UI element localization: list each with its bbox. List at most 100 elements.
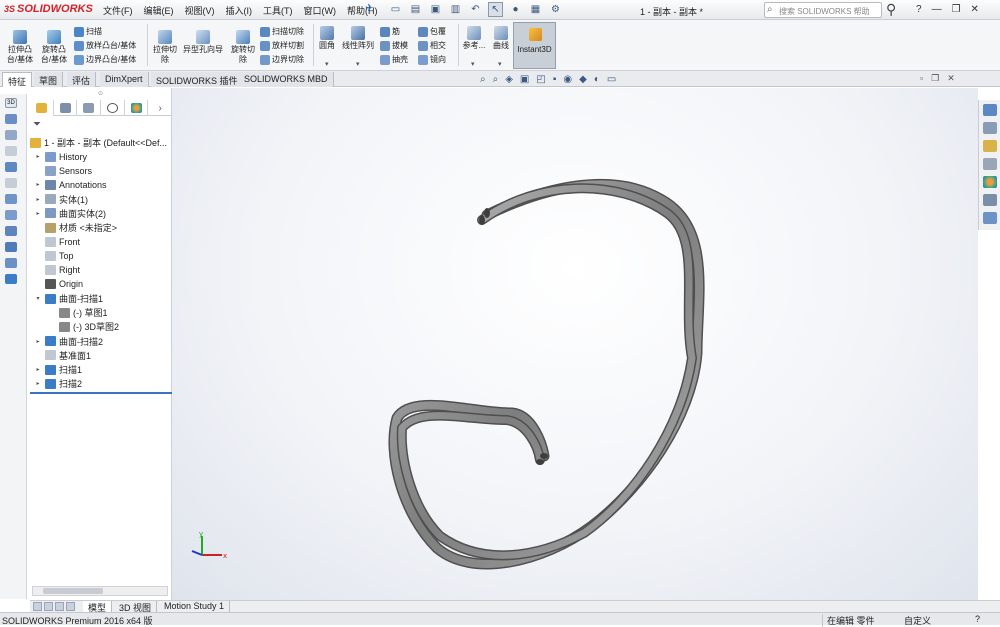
shell-button[interactable]: 抽壳 xyxy=(380,54,408,65)
zoom-area-icon[interactable]: ⌕ xyxy=(493,74,499,85)
apply-scene-icon[interactable]: ◐ xyxy=(594,74,600,85)
tree-item[interactable]: ▸ Annotations xyxy=(34,178,107,191)
tree-item[interactable]: 材质 <未指定> xyxy=(34,221,117,234)
display-manager-tab[interactable] xyxy=(125,100,149,116)
menu-window[interactable]: 窗口(W) xyxy=(304,4,337,17)
faded-tool-icon[interactable] xyxy=(5,146,17,156)
tree-item[interactable]: Sensors xyxy=(34,164,92,177)
file-properties-icon[interactable]: ▦ xyxy=(528,2,543,17)
print-icon[interactable]: ▥ xyxy=(448,2,463,17)
reference-geometry-button[interactable]: 参考... xyxy=(462,26,486,51)
boundary-boss-button[interactable]: 边界凸台/基体 xyxy=(74,54,136,65)
options-gear-icon[interactable]: ⚙ xyxy=(548,2,563,17)
view-palette-icon[interactable] xyxy=(983,158,997,170)
tree-item[interactable]: ▾ 曲面-扫描1 xyxy=(34,292,103,305)
loft-boss-button[interactable]: 放样凸台/基体 xyxy=(74,40,136,51)
horizontal-scrollbar[interactable] xyxy=(32,586,168,596)
intersect-button[interactable]: 相交 xyxy=(418,40,446,51)
shape-icon[interactable] xyxy=(5,242,17,252)
first-tab-nav-icon[interactable] xyxy=(33,602,42,611)
rib-button[interactable]: 筋 xyxy=(380,26,400,37)
tree-item[interactable]: (-) 3D草图2 xyxy=(48,320,119,333)
custom-properties-icon[interactable] xyxy=(983,194,997,206)
save-icon[interactable]: ▣ xyxy=(428,2,443,17)
menu-edit[interactable]: 编辑(E) xyxy=(144,4,174,17)
3d-icon[interactable]: 3D xyxy=(5,98,17,108)
edit-appearance-icon[interactable]: ◆ xyxy=(579,74,587,85)
boundary-cut-button[interactable]: 边界切除 xyxy=(260,54,304,65)
tree-root[interactable]: 1 - 副本 - 副本 (Default<<Def... xyxy=(30,136,167,149)
rollback-bar[interactable] xyxy=(30,392,172,394)
home-icon[interactable] xyxy=(983,104,997,116)
view-orientation-icon[interactable]: ◰ xyxy=(536,74,545,85)
viewport-minimize-icon[interactable]: ▫ xyxy=(920,73,923,84)
units-selector[interactable]: 自定义 xyxy=(904,614,931,627)
tab-dimxpert[interactable]: DimXpert xyxy=(100,72,149,87)
search-button-icon[interactable]: ⚲ xyxy=(886,1,896,18)
axis-icon[interactable] xyxy=(5,210,17,220)
minimize-icon[interactable]: — xyxy=(932,4,942,15)
viewport-close-icon[interactable]: ✕ xyxy=(947,73,955,84)
hole-wizard-button[interactable]: 异型孔向导 xyxy=(181,30,225,55)
help-search-input[interactable]: ⌕ 搜索 SOLIDWORKS 帮助 xyxy=(764,2,882,18)
tab-mbd[interactable]: SOLIDWORKS MBD xyxy=(239,72,334,87)
solidworks-logo[interactable]: 3S SOLIDWORKS xyxy=(4,3,93,15)
last-tab-nav-icon[interactable] xyxy=(66,602,75,611)
view-settings-icon[interactable]: ▭ xyxy=(607,74,616,85)
section-view-icon[interactable]: ▣ xyxy=(520,74,529,85)
part-icon[interactable] xyxy=(5,114,17,124)
tree-item[interactable]: ▸ History xyxy=(34,150,87,163)
sweep-tool-icon[interactable] xyxy=(5,274,17,284)
extrude-cut-button[interactable]: 拉伸切 除 xyxy=(150,30,180,65)
tree-item[interactable]: Front xyxy=(34,235,80,248)
view-icon[interactable] xyxy=(5,162,17,172)
fillet-button[interactable]: 圆角 xyxy=(316,26,338,51)
rebuild-icon[interactable]: ● xyxy=(508,2,523,17)
tree-item[interactable]: ▸ 扫描1 xyxy=(34,363,82,376)
menu-insert[interactable]: 插入(I) xyxy=(226,4,253,17)
linear-pattern-button[interactable]: 线性阵列 xyxy=(340,26,376,51)
reference-dropdown-icon[interactable]: ▾ xyxy=(471,60,475,68)
zoom-to-fit-icon[interactable]: ⌕ xyxy=(480,74,486,85)
draft-button[interactable]: 拔模 xyxy=(380,40,408,51)
viewport-restore-icon[interactable]: ❐ xyxy=(931,73,939,84)
curves-button[interactable]: 曲线 xyxy=(490,26,512,51)
tree-item[interactable]: Top xyxy=(34,249,74,262)
feature-tree-tab[interactable] xyxy=(30,100,54,116)
tab-addins[interactable]: SOLIDWORKS 插件 xyxy=(151,72,244,87)
twisted-rope-model[interactable] xyxy=(172,88,978,600)
expand-arrow-icon[interactable]: ▸ xyxy=(34,210,42,217)
instant3d-button[interactable]: Instant3D xyxy=(513,22,556,69)
menu-file[interactable]: 文件(F) xyxy=(103,4,133,17)
help-question-icon[interactable]: ? xyxy=(916,4,922,15)
expand-arrow-icon[interactable]: ▸ xyxy=(34,380,42,387)
forum-icon[interactable] xyxy=(983,212,997,224)
tree-item[interactable]: ▸ 曲面实体(2) xyxy=(34,207,106,220)
dimxpert-tab[interactable] xyxy=(101,100,125,116)
feature-icon[interactable] xyxy=(5,258,17,268)
pattern-dropdown-icon[interactable]: ▾ xyxy=(356,60,360,68)
tree-item[interactable]: 基准面1 xyxy=(34,349,91,362)
panel-grip-icon[interactable]: ⊙ xyxy=(98,90,103,97)
hide-show-icon[interactable]: ◉ xyxy=(563,74,572,85)
property-manager-tab[interactable] xyxy=(54,100,78,116)
expand-arrow-icon[interactable]: ▾ xyxy=(34,295,42,302)
revolve-cut-button[interactable]: 旋转切 除 xyxy=(228,30,258,65)
extrude-boss-button[interactable]: 拉伸凸 台/基体 xyxy=(4,30,36,65)
graphics-area[interactable] xyxy=(172,88,978,600)
next-tab-nav-icon[interactable] xyxy=(55,602,64,611)
display-style-icon[interactable]: ▪ xyxy=(553,74,557,85)
tree-item[interactable]: Origin xyxy=(34,278,83,291)
sweep-button[interactable]: 扫描 xyxy=(74,26,102,37)
tab-scroll-right-icon[interactable]: › xyxy=(148,100,172,116)
undo-icon[interactable]: ↶ xyxy=(468,2,483,17)
revolve-boss-button[interactable]: 旋转凸 台/基体 xyxy=(38,30,70,65)
tab-features[interactable]: 特征 xyxy=(2,72,33,87)
pin-menu-icon[interactable]: ✈ xyxy=(365,3,373,14)
tree-item[interactable]: Right xyxy=(34,264,80,277)
restore-icon[interactable]: ❐ xyxy=(952,4,961,15)
mirror-button[interactable]: 镜向 xyxy=(418,54,446,65)
appearances-icon[interactable] xyxy=(983,176,997,188)
tab-sketch[interactable]: 草图 xyxy=(34,72,64,87)
tree-item[interactable]: (-) 草图1 xyxy=(48,306,108,319)
